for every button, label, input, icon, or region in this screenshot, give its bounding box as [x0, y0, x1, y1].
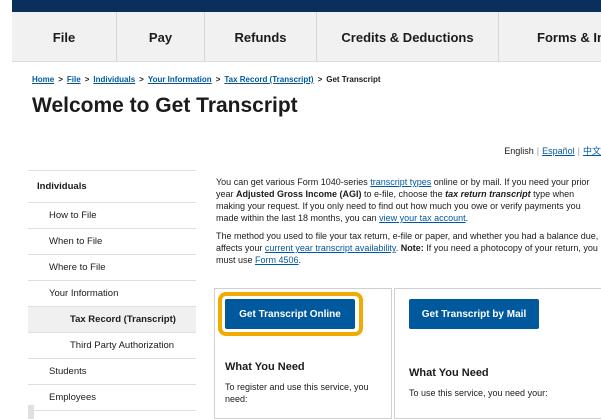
sidebar-item-employees[interactable]: Employees — [28, 385, 196, 411]
sidebar-edge — [28, 405, 34, 419]
intro-text: . — [465, 213, 469, 223]
breadcrumb-separator: > — [58, 75, 63, 84]
language-selector: English | Español | 中文 — [504, 144, 601, 157]
language-chinese[interactable]: 中文 — [583, 146, 601, 156]
intro-text: to e-file, choose the — [361, 189, 446, 199]
online-option-card: Get Transcript Online What You Need To r… — [214, 288, 392, 419]
intro-content: You can get various Form 1040-series tra… — [216, 176, 601, 272]
sidebar-item-how-to-file[interactable]: How to File — [28, 203, 196, 229]
breadcrumb-separator: > — [317, 75, 323, 84]
breadcrumb-current: Get Transcript — [326, 75, 381, 84]
intro-text: You can get various Form 1040-series — [216, 177, 371, 187]
breadcrumb-separator: > — [84, 75, 90, 84]
sidebar-nav: Individuals How to File When to File Whe… — [28, 170, 196, 411]
breadcrumb: Home > File > Individuals > Your Information > T… — [32, 75, 381, 84]
sidebar-item-your-information[interactable]: Your Information — [28, 281, 196, 307]
nav-pay[interactable]: Pay — [117, 12, 205, 62]
main-nav: File Pay Refunds Credits & Deductions Fo… — [12, 12, 601, 62]
breadcrumb-separator: > — [215, 75, 221, 84]
language-espanol[interactable]: Español — [542, 146, 575, 156]
breadcrumb-home[interactable]: Home — [32, 75, 54, 84]
online-need-text: To register and use this service, you ne… — [225, 382, 369, 404]
language-divider: | — [536, 146, 540, 156]
breadcrumb-your-information[interactable]: Your Information — [148, 75, 212, 84]
nav-file[interactable]: File — [12, 12, 117, 62]
get-transcript-online-button[interactable]: Get Transcript Online — [225, 299, 355, 329]
intro-bold-text: Note: — [400, 243, 424, 253]
sidebar-item-tax-record[interactable]: Tax Record (Transcript) — [28, 307, 196, 333]
nav-refunds[interactable]: Refunds — [205, 12, 317, 62]
mail-need-text: To use this service, you need your: — [409, 388, 548, 398]
transcript-options: Get Transcript Online What You Need To r… — [214, 288, 601, 419]
nav-forms[interactable]: Forms & In — [499, 12, 601, 62]
form-4506-link[interactable]: Form 4506 — [255, 255, 299, 265]
nav-credits-deductions[interactable]: Credits & Deductions — [317, 12, 499, 62]
mail-option-card: Get Transcript by Mail What You Need To … — [394, 288, 601, 419]
intro-paragraph-1: You can get various Form 1040-series tra… — [216, 176, 601, 224]
breadcrumb-individuals[interactable]: Individuals — [93, 75, 135, 84]
language-divider: | — [577, 146, 580, 156]
intro-bold-text: Adjusted Gross Income (AGI) — [236, 189, 362, 199]
intro-bold-italic-text: tax return transcript — [445, 189, 531, 199]
intro-text: . — [298, 255, 302, 265]
intro-paragraph-2: The method you used to file your tax ret… — [216, 230, 601, 266]
sidebar-item-third-party-authorization[interactable]: Third Party Authorization — [28, 333, 196, 359]
sidebar-item-when-to-file[interactable]: When to File — [28, 229, 196, 255]
view-tax-account-link[interactable]: view your tax account — [379, 213, 466, 223]
online-need-heading: What You Need — [225, 361, 305, 373]
breadcrumb-tax-record[interactable]: Tax Record (Transcript) — [224, 75, 313, 84]
breadcrumb-separator: > — [139, 75, 144, 84]
sidebar-item-individuals[interactable]: Individuals — [28, 171, 196, 203]
mail-need-heading: What You Need — [409, 367, 489, 379]
breadcrumb-file[interactable]: File — [67, 75, 81, 84]
language-english: English — [504, 146, 534, 156]
transcript-availability-link[interactable]: current year transcript availability — [265, 243, 396, 253]
top-banner — [12, 0, 601, 12]
transcript-types-link[interactable]: transcript types — [370, 177, 431, 187]
sidebar-item-students[interactable]: Students — [28, 359, 196, 385]
page-title: Welcome to Get Transcript — [32, 94, 298, 117]
sidebar-item-where-to-file[interactable]: Where to File — [28, 255, 196, 281]
get-transcript-by-mail-button[interactable]: Get Transcript by Mail — [409, 299, 539, 329]
